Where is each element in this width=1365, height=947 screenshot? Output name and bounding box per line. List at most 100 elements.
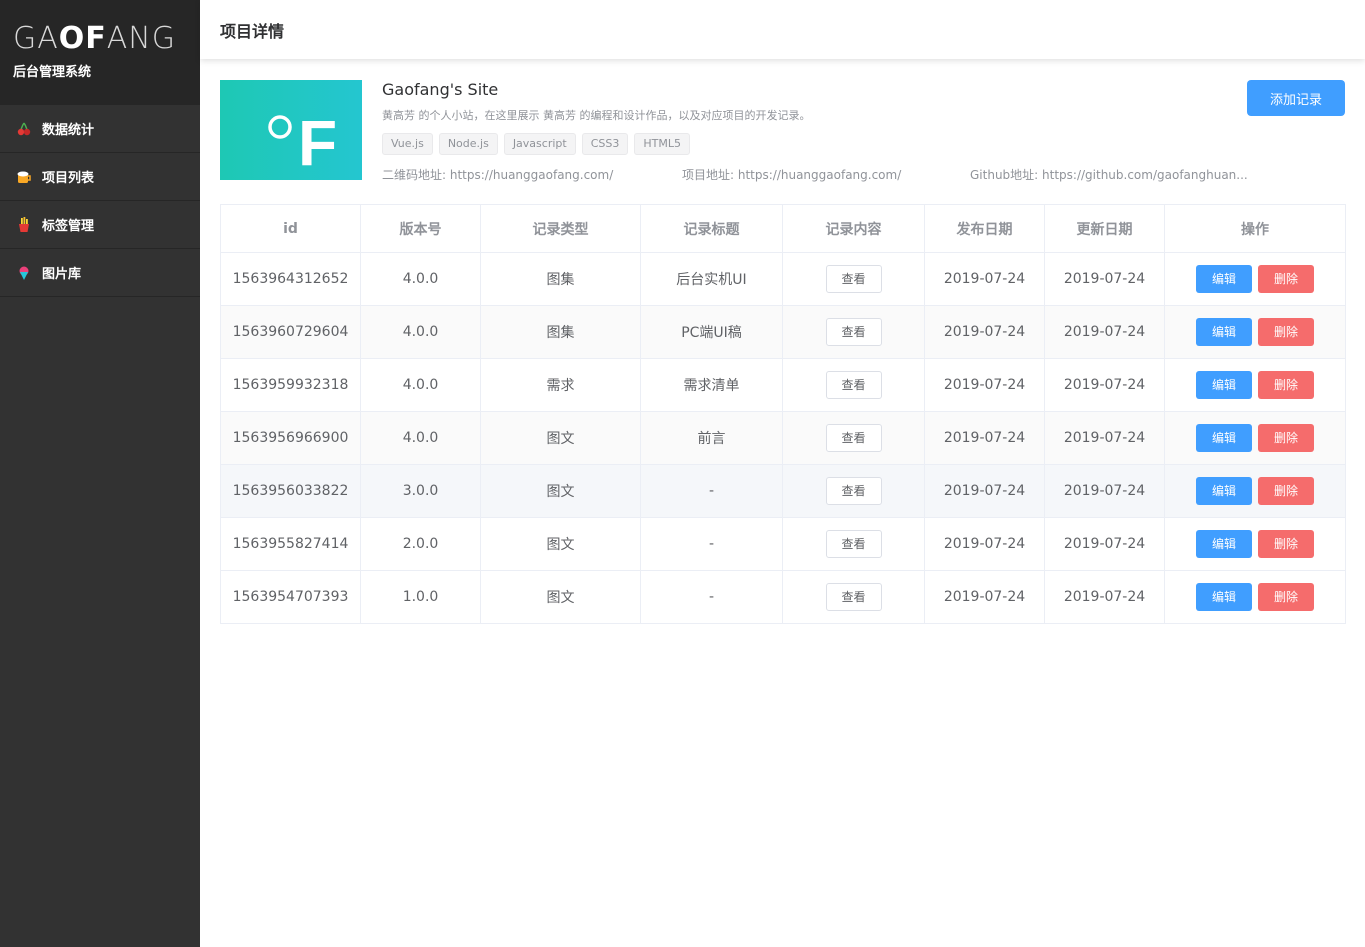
icecream-icon: [16, 265, 32, 281]
cell-id: 1563959932318: [220, 358, 361, 412]
sidebar-item-label: 图片库: [42, 267, 82, 282]
delete-button[interactable]: 删除: [1258, 477, 1314, 505]
brand: GAOFANG 后台管理系统: [0, 0, 200, 105]
cell-version: 4.0.0: [360, 358, 481, 412]
edit-button[interactable]: 编辑: [1196, 583, 1252, 611]
cell-id: 1563954707393: [220, 570, 361, 624]
tag: Node.js: [438, 133, 498, 155]
cell-updated: 2019-07-24: [1044, 252, 1165, 306]
cell-actions: 编辑 删除: [1164, 517, 1346, 571]
cell-title: 前言: [640, 411, 783, 465]
sidebar-item-statistics[interactable]: 数据统计: [0, 105, 200, 153]
view-button[interactable]: 查看: [825, 583, 882, 611]
tag: Javascript: [503, 133, 576, 155]
cell-published: 2019-07-24: [924, 517, 1045, 571]
cell-content: 查看: [782, 305, 925, 359]
cell-updated: 2019-07-24: [1044, 517, 1165, 571]
cell-title: -: [640, 464, 783, 518]
brand-logo[interactable]: GAOFANG: [13, 22, 200, 56]
cell-title: PC端UI稿: [640, 305, 783, 359]
tag: Vue.js: [382, 133, 433, 155]
cell-version: 2.0.0: [360, 517, 481, 571]
cell-title: -: [640, 517, 783, 571]
sidebar-item-label: 标签管理: [42, 219, 95, 234]
cell-actions: 编辑 删除: [1164, 411, 1346, 465]
cell-actions: 编辑 删除: [1164, 252, 1346, 306]
column-header-title: 记录标题: [640, 204, 783, 253]
column-header-id: id: [220, 204, 361, 253]
project-name: Gaofang's Site: [382, 80, 499, 99]
cell-published: 2019-07-24: [924, 464, 1045, 518]
table-row: 1563954707393 1.0.0 图文 - 查看 2019-07-24 2…: [220, 570, 1346, 624]
view-button[interactable]: 查看: [825, 265, 882, 293]
cell-content: 查看: [782, 570, 925, 624]
view-button[interactable]: 查看: [825, 424, 882, 452]
cell-id: 1563956033822: [220, 464, 361, 518]
cell-content: 查看: [782, 252, 925, 306]
cell-published: 2019-07-24: [924, 358, 1045, 412]
edit-button[interactable]: 编辑: [1196, 424, 1252, 452]
sidebar-item-gallery[interactable]: 图片库: [0, 249, 200, 297]
cell-updated: 2019-07-24: [1044, 305, 1165, 359]
page-header: 项目详情: [200, 0, 1365, 59]
project-logo-letter: F: [298, 107, 337, 179]
view-button[interactable]: 查看: [825, 477, 882, 505]
edit-button[interactable]: 编辑: [1196, 477, 1252, 505]
edit-button[interactable]: 编辑: [1196, 371, 1252, 399]
cell-version: 1.0.0: [360, 570, 481, 624]
delete-button[interactable]: 删除: [1258, 424, 1314, 452]
table-row: 1563959932318 4.0.0 需求 需求清单 查看 2019-07-2…: [220, 358, 1346, 412]
cell-version: 3.0.0: [360, 464, 481, 518]
cherry-icon: [16, 121, 32, 137]
brand-subtitle: 后台管理系统: [13, 65, 92, 80]
delete-button[interactable]: 删除: [1258, 371, 1314, 399]
edit-button[interactable]: 编辑: [1196, 318, 1252, 346]
logo-text-pre: GA: [13, 21, 59, 56]
view-button[interactable]: 查看: [825, 318, 882, 346]
delete-button[interactable]: 删除: [1258, 530, 1314, 558]
cell-updated: 2019-07-24: [1044, 358, 1165, 412]
cell-updated: 2019-07-24: [1044, 411, 1165, 465]
add-record-button[interactable]: 添加记录: [1247, 80, 1345, 116]
cell-type: 图文: [480, 570, 641, 624]
cell-id: 1563955827414: [220, 517, 361, 571]
cell-type: 图集: [480, 305, 641, 359]
cell-content: 查看: [782, 517, 925, 571]
cell-updated: 2019-07-24: [1044, 570, 1165, 624]
column-header-content: 记录内容: [782, 204, 925, 253]
cell-title: 需求清单: [640, 358, 783, 412]
cell-id: 1563964312652: [220, 252, 361, 306]
delete-button[interactable]: 删除: [1258, 265, 1314, 293]
github-address: Github地址: https://github.com/gaofanghuan…: [970, 168, 1248, 182]
fries-icon: [16, 216, 32, 233]
cell-version: 4.0.0: [360, 411, 481, 465]
cell-title: -: [640, 570, 783, 624]
cell-published: 2019-07-24: [924, 305, 1045, 359]
sidebar-item-projects[interactable]: 项目列表: [0, 153, 200, 201]
table-row: 1563955827414 2.0.0 图文 - 查看 2019-07-24 2…: [220, 517, 1346, 571]
sidebar-item-label: 数据统计: [42, 123, 95, 138]
edit-button[interactable]: 编辑: [1196, 530, 1252, 558]
logo-text-bold: OF: [58, 21, 107, 56]
cell-version: 4.0.0: [360, 252, 481, 306]
table-row: 1563964312652 4.0.0 图集 后台实机UI 查看 2019-07…: [220, 252, 1346, 306]
tag: HTML5: [634, 133, 690, 155]
delete-button[interactable]: 删除: [1258, 318, 1314, 346]
beer-icon: [16, 169, 32, 185]
column-header-type: 记录类型: [480, 204, 641, 253]
cell-content: 查看: [782, 358, 925, 412]
cell-actions: 编辑 删除: [1164, 358, 1346, 412]
column-header-updated: 更新日期: [1044, 204, 1165, 253]
view-button[interactable]: 查看: [825, 371, 882, 399]
delete-button[interactable]: 删除: [1258, 583, 1314, 611]
cell-updated: 2019-07-24: [1044, 464, 1165, 518]
cell-id: 1563956966900: [220, 411, 361, 465]
project-address: 项目地址: https://huanggaofang.com/: [682, 168, 902, 182]
column-header-actions: 操作: [1164, 204, 1346, 253]
cell-type: 图文: [480, 517, 641, 571]
edit-button[interactable]: 编辑: [1196, 265, 1252, 293]
table-header-row: id 版本号 记录类型 记录标题 记录内容 发布日期 更新日期 操作: [220, 204, 1346, 253]
page-title: 项目详情: [220, 21, 285, 41]
sidebar-item-tags[interactable]: 标签管理: [0, 201, 200, 249]
view-button[interactable]: 查看: [825, 530, 882, 558]
